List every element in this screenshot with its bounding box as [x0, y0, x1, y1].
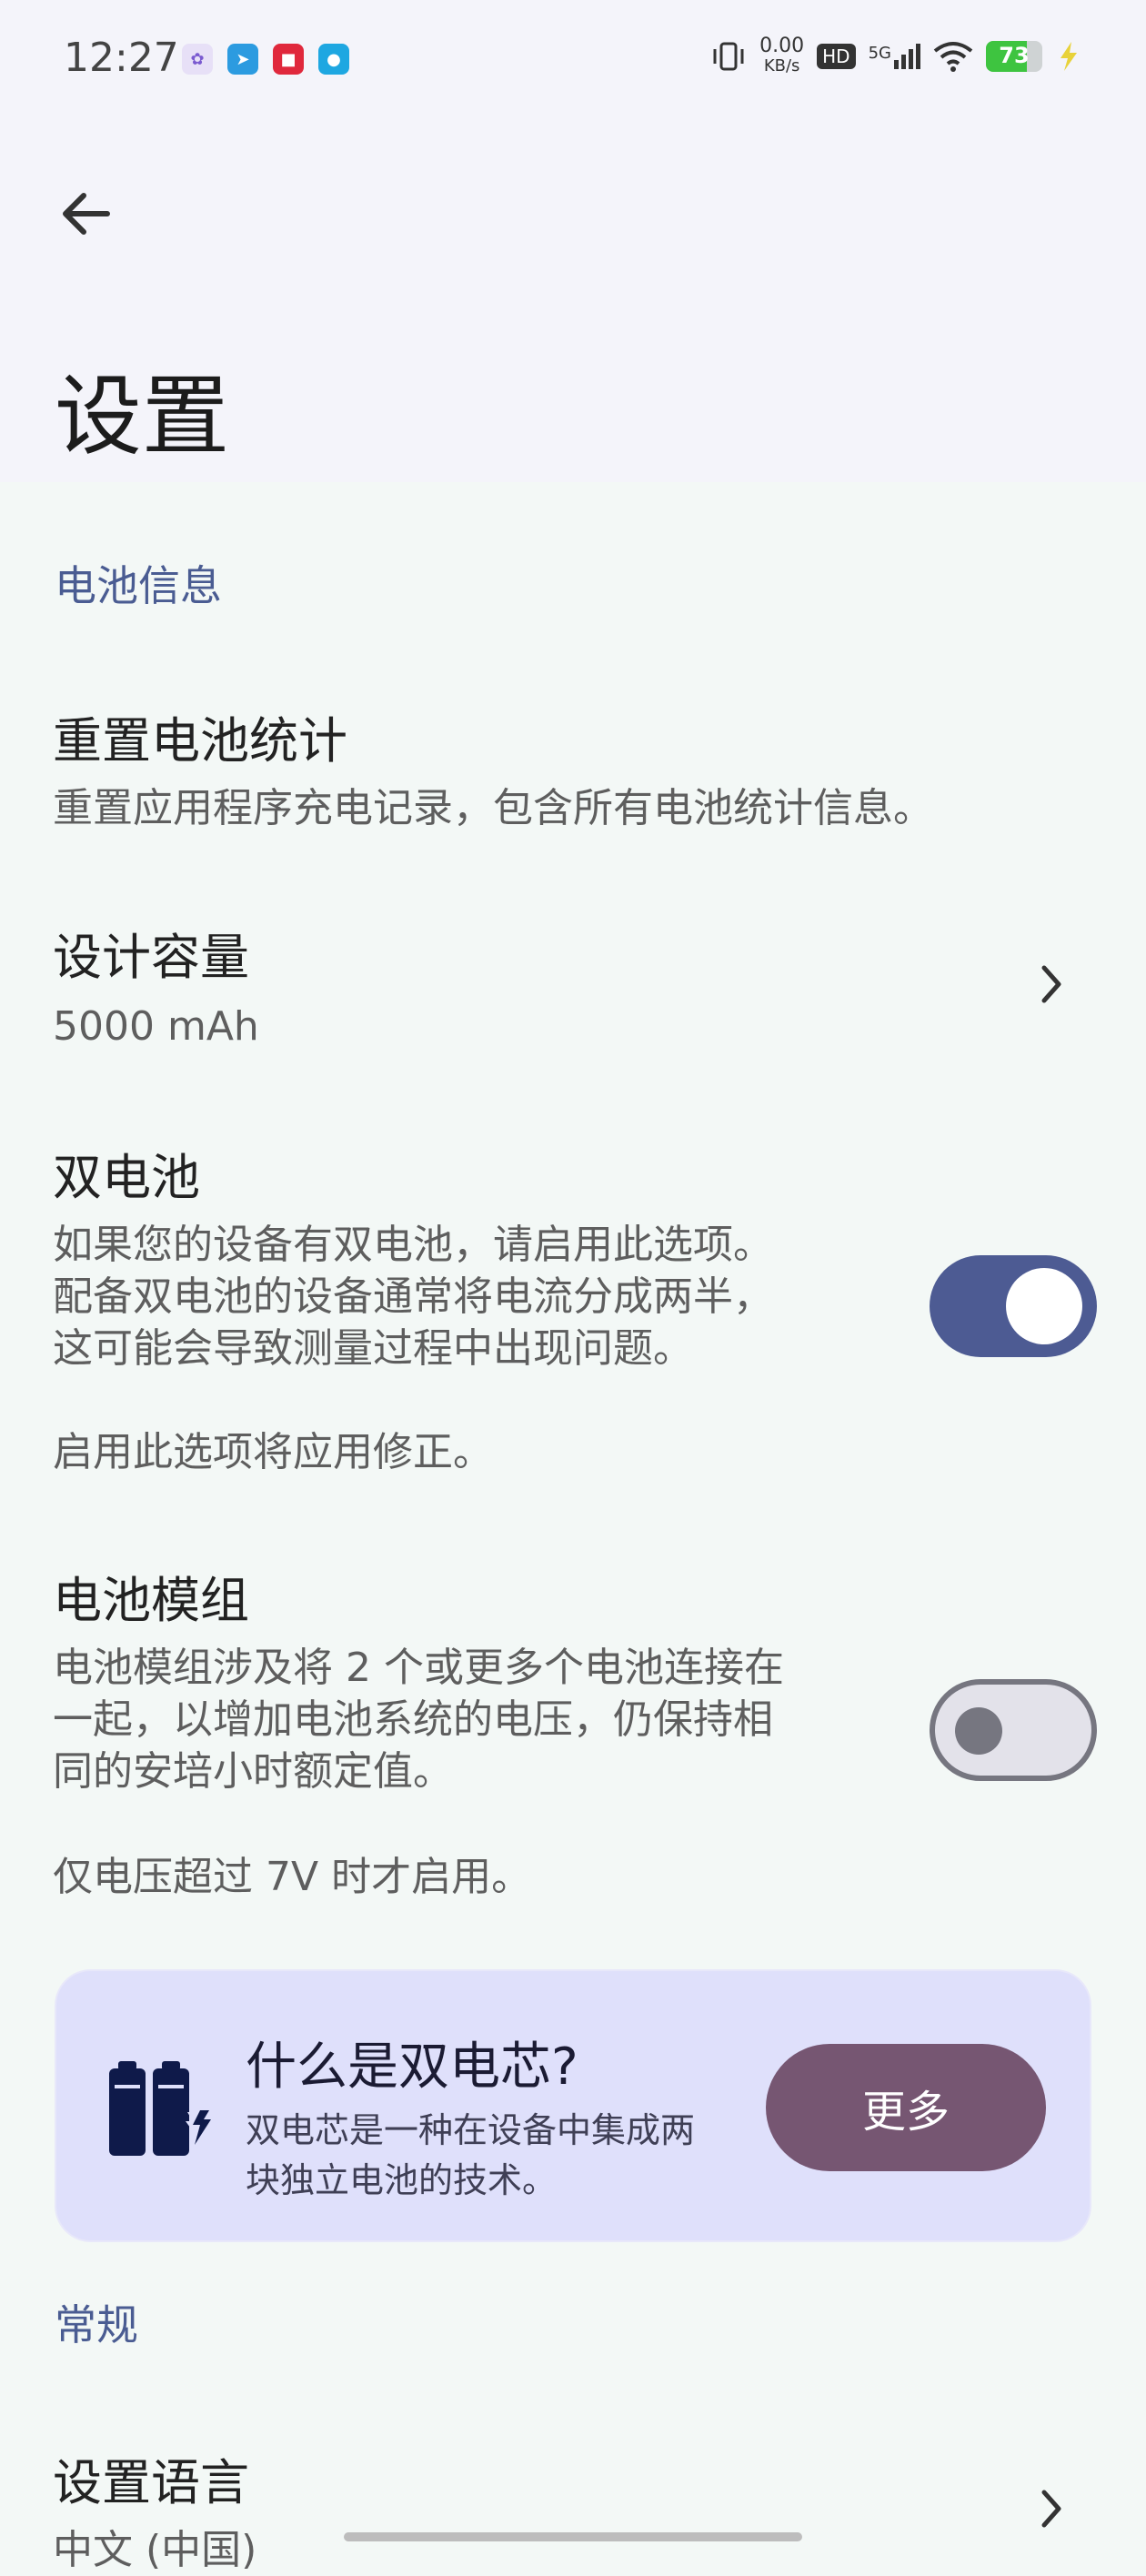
- card-description-line: 双电芯是一种在设备中集成两: [246, 2110, 696, 2150]
- dual-cell-info-card: 什么是双电芯? 双电芯是一种在设备中集成两 块独立电池的技术。 更多: [55, 1969, 1091, 2242]
- battery-pack-desc-line: 同的安培小时额定值。: [53, 1748, 453, 1795]
- vibrate-icon: [713, 42, 744, 71]
- status-time: 12:27: [64, 35, 179, 81]
- set-language-value: 中文 (中国): [53, 2527, 257, 2573]
- battery-icon: 73: [986, 41, 1042, 72]
- charging-icon: [1061, 42, 1077, 71]
- section-header-battery-info: 电池信息: [55, 561, 222, 610]
- section-header-general: 常规: [55, 2300, 138, 2350]
- set-language-title: 设置语言: [53, 2454, 249, 2511]
- wifi-icon: [933, 42, 973, 72]
- system-icons: 0.00 KB/s HD 5G 73: [710, 36, 1082, 76]
- signal-icon: 5G: [869, 44, 920, 69]
- battery-pack-toggle[interactable]: [930, 1679, 1097, 1781]
- toggle-knob: [1006, 1268, 1082, 1344]
- network-speed-value: 0.00: [759, 35, 805, 57]
- dual-battery-desc-line: 这可能会导致测量过程中出现问题。: [53, 1325, 693, 1372]
- card-description: 双电芯是一种在设备中集成两 块独立电池的技术。: [246, 2106, 755, 2206]
- hd-badge: HD: [817, 44, 856, 69]
- toggle-knob: [955, 1707, 1002, 1755]
- send-notification-icon: ➤: [227, 44, 258, 75]
- battery-pack-desc-line: 电池模组涉及将 2 个或更多个电池连接在: [53, 1645, 784, 1691]
- battery-pack-description: 电池模组涉及将 2 个或更多个电池连接在 一起，以增加电池系统的电压，仍保持相 …: [53, 1642, 784, 1797]
- chevron-right-icon: [1041, 2490, 1061, 2528]
- network-speed-unit: KB/s: [763, 56, 800, 75]
- network-speed: 0.00 KB/s: [759, 36, 804, 76]
- dual-battery-icon: [109, 2061, 211, 2156]
- more-button[interactable]: 更多: [766, 2044, 1046, 2171]
- notification-icons: ✿ ➤ ■ ●: [182, 44, 349, 75]
- battery-pack-desc-line: 一起，以增加电池系统的电压，仍保持相: [53, 1696, 773, 1743]
- back-arrow-icon[interactable]: [56, 182, 120, 246]
- design-capacity-title: 设计容量: [53, 929, 249, 986]
- card-description-line: 块独立电池的技术。: [246, 2160, 558, 2200]
- red-app-notification-icon: ■: [273, 44, 304, 75]
- reset-battery-stats-title: 重置电池统计: [53, 712, 347, 770]
- dual-battery-toggle[interactable]: [930, 1255, 1097, 1357]
- dual-battery-desc-line: 如果您的设备有双电池，请启用此选项。: [53, 1222, 773, 1268]
- dual-battery-title: 双电池: [53, 1149, 200, 1206]
- battery-pack-title: 电池模组: [53, 1572, 249, 1629]
- network-type: 5G: [868, 44, 891, 63]
- page-title: 设置: [55, 366, 229, 468]
- gesture-home-bar[interactable]: [344, 2532, 802, 2541]
- design-capacity-value: 5000 mAh: [53, 1003, 259, 1050]
- dual-battery-note: 启用此选项将应用修正。: [53, 1429, 493, 1475]
- app-notification-icon: ✿: [182, 44, 213, 75]
- card-title: 什么是双电芯?: [246, 2038, 578, 2097]
- status-bar: 12:27 ✿ ➤ ■ ● 0.00 KB/s HD 5G 73: [0, 0, 1146, 123]
- dual-battery-description: 如果您的设备有双电池，请启用此选项。 配备双电池的设备通常将电流分成两半， 这可…: [53, 1219, 773, 1374]
- reset-battery-stats-subtitle: 重置应用程序充电记录，包含所有电池统计信息。: [53, 785, 933, 831]
- battery-pack-note: 仅电压超过 7V 时才启用。: [53, 1854, 532, 1900]
- battery-level: 73: [999, 43, 1030, 68]
- qq-notification-icon: ●: [318, 44, 349, 75]
- chevron-right-icon: [1041, 965, 1061, 1003]
- dual-battery-desc-line: 配备双电池的设备通常将电流分成两半，: [53, 1273, 773, 1320]
